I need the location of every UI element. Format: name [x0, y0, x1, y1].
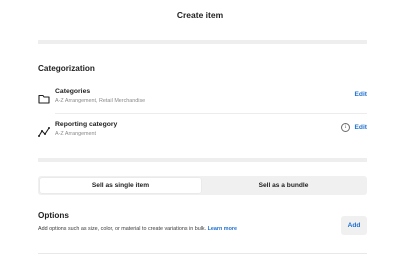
learn-more-link[interactable]: Learn more [208, 226, 237, 232]
reporting-category-label: Reporting category [55, 121, 118, 128]
categories-row[interactable]: Categories A-Z Arrangement, Retail Merch… [38, 87, 367, 113]
info-icon[interactable]: i [341, 123, 350, 132]
categories-detail: A-Z Arrangement, Retail Merchandise [55, 98, 146, 104]
sell-bundle-tab[interactable]: Sell as a bundle [203, 178, 364, 193]
add-option-button[interactable]: Add [341, 216, 367, 235]
folder-icon [38, 92, 50, 104]
section-separator [38, 40, 367, 44]
section-separator [38, 158, 367, 162]
reporting-category-detail: A-Z Arrangement [55, 131, 97, 137]
sell-mode-toggle: Sell as single item Sell as a bundle [38, 176, 367, 195]
categorization-heading: Categorization [38, 64, 95, 73]
reporting-category-edit-button[interactable]: Edit [355, 124, 367, 131]
page-title: Create item [176, 10, 224, 20]
categories-edit-button[interactable]: Edit [355, 91, 367, 98]
options-heading: Options [38, 211, 69, 220]
options-description: Add options such as size, color, or mate… [38, 226, 237, 232]
sell-single-item-tab[interactable]: Sell as single item [40, 178, 201, 193]
bottom-divider [38, 253, 367, 254]
reporting-category-row[interactable]: Reporting category A-Z Arrangement i Edi… [38, 120, 367, 146]
categories-label: Categories [55, 88, 91, 95]
trend-line-icon [38, 125, 50, 137]
options-description-text: Add options such as size, color, or mate… [38, 226, 207, 232]
row-divider [55, 113, 367, 114]
